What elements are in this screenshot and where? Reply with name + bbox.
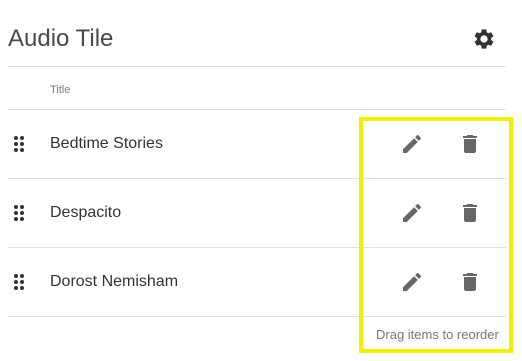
drag-handle-icon[interactable] — [13, 204, 25, 222]
edit-button[interactable] — [400, 270, 424, 294]
drag-handle-icon[interactable] — [13, 135, 25, 153]
row-divider — [8, 316, 506, 317]
trash-icon — [463, 273, 477, 291]
table-row: Despacito — [0, 179, 506, 247]
row-title: Despacito — [50, 204, 122, 221]
edit-button[interactable] — [400, 132, 424, 156]
delete-button[interactable] — [458, 201, 482, 225]
reorder-hint: Drag items to reorder — [376, 327, 499, 342]
pencil-icon — [403, 203, 422, 222]
delete-button[interactable] — [458, 270, 482, 294]
table-row: Dorost Nemisham — [0, 248, 506, 316]
settings-button[interactable] — [472, 27, 496, 51]
page-title: Audio Tile — [8, 25, 114, 52]
row-title: Dorost Nemisham — [50, 273, 179, 290]
drag-handle-icon[interactable] — [13, 273, 25, 291]
header-divider — [8, 66, 506, 67]
delete-button[interactable] — [458, 132, 482, 156]
pencil-icon — [403, 272, 422, 291]
gear-icon — [474, 29, 494, 49]
edit-button[interactable] — [400, 201, 424, 225]
trash-icon — [463, 135, 477, 153]
audio-tile-page: Audio Tile Title Bedtime Stories Despaci… — [0, 0, 522, 361]
pencil-icon — [403, 134, 422, 153]
table-row: Bedtime Stories — [0, 110, 506, 178]
column-header-title: Title — [50, 84, 71, 96]
trash-icon — [463, 204, 477, 222]
row-title: Bedtime Stories — [50, 135, 163, 152]
